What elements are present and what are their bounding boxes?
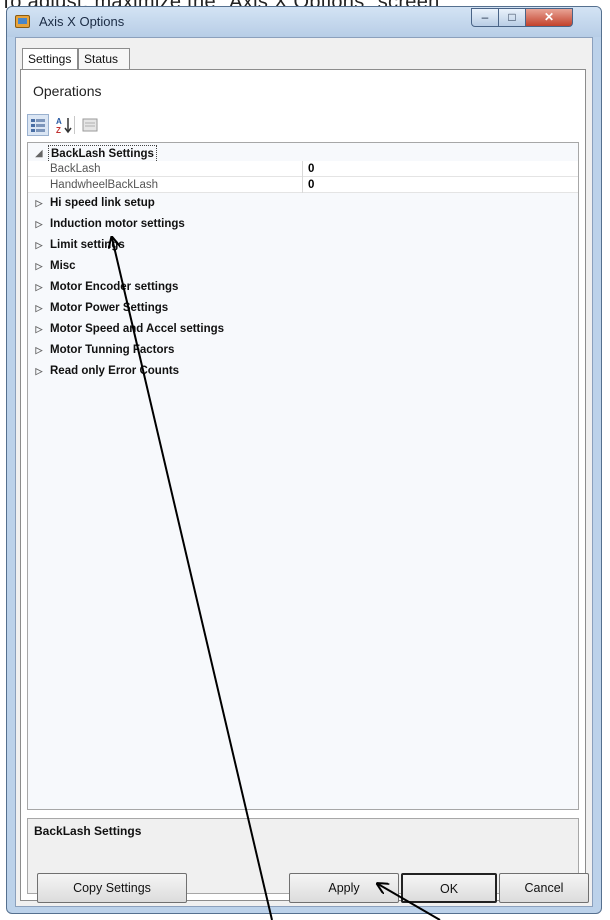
close-button[interactable]: ✕ xyxy=(525,8,573,27)
property-row-backlash[interactable]: BackLash 0 xyxy=(28,161,578,177)
expanded-triangle-icon[interactable]: ◢ xyxy=(33,145,45,161)
property-name: HandwheelBackLash xyxy=(50,179,159,191)
property-grid[interactable]: ◢ BackLash Settings BackLash 0 Handwheel… xyxy=(27,142,579,810)
cancel-button[interactable]: Cancel xyxy=(499,873,589,903)
axis-x-options-window: Axis X Options – □ ✕ Settings Status Ope… xyxy=(6,6,602,914)
svg-text:A: A xyxy=(56,117,62,126)
svg-text:Z: Z xyxy=(56,126,61,135)
tab-settings[interactable]: Settings xyxy=(22,48,78,70)
collapsed-triangle-icon[interactable]: ▷ xyxy=(33,300,45,316)
category-row[interactable]: ▷ Induction motor settings xyxy=(28,216,578,232)
collapsed-triangle-icon[interactable]: ▷ xyxy=(33,321,45,337)
collapsed-triangle-icon[interactable]: ▷ xyxy=(33,363,45,379)
window-title: Axis X Options xyxy=(39,14,125,29)
collapsed-triangle-icon[interactable]: ▷ xyxy=(33,258,45,274)
property-value[interactable]: 0 xyxy=(308,161,314,177)
description-title: BackLash Settings xyxy=(34,824,142,838)
apply-button[interactable]: Apply xyxy=(289,873,399,903)
sort-az-icon[interactable]: A Z xyxy=(53,114,75,136)
title-bar[interactable]: Axis X Options – □ ✕ xyxy=(7,7,601,37)
window-client-area: Settings Status Operations A Z ◢ BackLas… xyxy=(15,37,593,907)
collapsed-triangle-icon[interactable]: ▷ xyxy=(33,342,45,358)
category-row[interactable]: ▷ Read only Error Counts xyxy=(28,363,578,379)
property-pages-icon[interactable] xyxy=(79,114,101,136)
settings-tab-panel: Operations A Z ◢ BackLash Settings BackL… xyxy=(20,69,586,901)
category-backlash-settings[interactable]: ◢ BackLash Settings xyxy=(28,145,578,163)
operations-label: Operations xyxy=(33,83,102,99)
maximize-button[interactable]: □ xyxy=(498,8,526,27)
category-row[interactable]: ▷ Hi speed link setup xyxy=(28,195,578,211)
ok-button[interactable]: OK xyxy=(401,873,497,903)
category-row[interactable]: ▷ Misc xyxy=(28,258,578,274)
category-row[interactable]: ▷ Motor Tunning Factors xyxy=(28,342,578,358)
app-icon xyxy=(15,15,30,28)
property-name: BackLash xyxy=(50,163,101,175)
category-row[interactable]: ▷ Motor Power Settings xyxy=(28,300,578,316)
category-row[interactable]: ▷ Limit settings xyxy=(28,237,578,253)
category-row[interactable]: ▷ Motor Speed and Accel settings xyxy=(28,321,578,337)
tab-status[interactable]: Status xyxy=(78,48,130,70)
collapsed-triangle-icon[interactable]: ▷ xyxy=(33,195,45,211)
collapsed-triangle-icon[interactable]: ▷ xyxy=(33,216,45,232)
property-row-handwheel-backlash[interactable]: HandwheelBackLash 0 xyxy=(28,177,578,193)
property-grid-toolbar: A Z xyxy=(25,112,581,138)
property-value[interactable]: 0 xyxy=(308,177,314,193)
collapsed-triangle-icon[interactable]: ▷ xyxy=(33,279,45,295)
categorized-icon[interactable] xyxy=(27,114,49,136)
copy-settings-button[interactable]: Copy Settings xyxy=(37,873,187,903)
minimize-button[interactable]: – xyxy=(471,8,499,27)
category-row[interactable]: ▷ Motor Encoder settings xyxy=(28,279,578,295)
toolbar-separator xyxy=(74,116,75,134)
collapsed-triangle-icon[interactable]: ▷ xyxy=(33,237,45,253)
